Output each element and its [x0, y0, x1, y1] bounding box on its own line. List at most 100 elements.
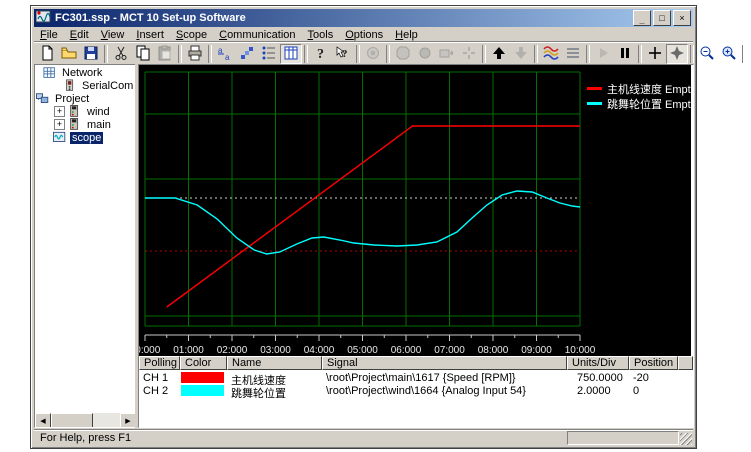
sidebar-item-project[interactable]: Project	[35, 92, 136, 105]
scope-wave-icon	[53, 131, 67, 145]
sidebar-item-wind[interactable]: +wind	[35, 105, 136, 118]
menu-scope[interactable]: Scope	[170, 28, 213, 42]
column-header-spacer[interactable]	[678, 356, 693, 370]
zoom-out-button[interactable]	[696, 44, 718, 64]
open-folder-button[interactable]	[58, 44, 80, 64]
expand-plus-icon[interactable]: +	[54, 119, 65, 130]
toolbar-separator	[304, 45, 308, 63]
sidebar-item-network[interactable]: Network	[35, 66, 136, 79]
scope-waves-icon	[543, 45, 559, 64]
menu-options[interactable]: Options	[339, 28, 389, 42]
column-header-name[interactable]: Name	[227, 356, 322, 370]
open-folder-icon	[61, 45, 77, 64]
cell-name[interactable]: 跳舞轮位置	[227, 385, 322, 398]
scope-chart-canvas[interactable]: 00:00001:00002:00003:00004:00005:00006:0…	[139, 65, 691, 356]
cut-scissors-button[interactable]	[110, 44, 132, 64]
zoom-star-icon	[669, 45, 685, 64]
toolbar: aa??	[34, 42, 693, 65]
menu-tools[interactable]: Tools	[302, 28, 340, 42]
cell-polling[interactable]: CH 1	[139, 372, 180, 385]
parameter-list-button[interactable]	[258, 44, 280, 64]
save-floppy-button[interactable]	[80, 44, 102, 64]
copy-pages-button[interactable]	[132, 44, 154, 64]
column-header-polling[interactable]: Polling	[139, 356, 180, 370]
trace-ch1	[167, 126, 580, 307]
legend-entry: 跳舞轮位置 Empty	[587, 96, 694, 111]
column-header-unitsdiv[interactable]: Units/Div	[567, 356, 629, 370]
record-circle-button	[414, 44, 436, 64]
sidebar-item-scope[interactable]: scope	[35, 131, 136, 144]
crosshair-button[interactable]	[644, 44, 666, 64]
x-axis-label: 07:000	[434, 345, 465, 356]
sidebar-item-serialcom[interactable]: SerialCom	[35, 79, 136, 92]
cell-position[interactable]: 0	[629, 385, 678, 398]
expand-plus-icon[interactable]: +	[54, 106, 65, 117]
cell-signal[interactable]: \root\Project\main\1617 {Speed [RPM]}	[322, 372, 567, 385]
network-scan-button[interactable]	[236, 44, 258, 64]
print-icon	[187, 45, 203, 64]
stop-sign-button	[392, 44, 414, 64]
menu-view[interactable]: View	[95, 28, 131, 42]
print-button[interactable]	[184, 44, 206, 64]
scroll-right-arrow-icon[interactable]: ▶	[120, 413, 136, 428]
close-button[interactable]: ×	[673, 10, 691, 26]
cell-polling[interactable]: CH 2	[139, 385, 180, 398]
x-axis-label: 00:000	[139, 345, 161, 356]
cell-name[interactable]: 主机线速度	[227, 372, 322, 385]
maximize-button[interactable]: □	[653, 10, 671, 26]
toolbar-separator	[742, 45, 746, 63]
toolbar-separator	[386, 45, 390, 63]
parameter-grid-button[interactable]	[280, 44, 302, 64]
status-field	[567, 431, 679, 445]
toolbar-separator	[534, 45, 538, 63]
play-button	[592, 44, 614, 64]
column-header-position[interactable]: Position	[629, 356, 678, 370]
menu-help[interactable]: Help	[389, 28, 424, 42]
zoom-in-button[interactable]	[718, 44, 740, 64]
app-window: FC301.ssp - MCT 10 Set-up Software _□× F…	[30, 5, 697, 449]
x-axis-label: 09:000	[521, 345, 552, 356]
resize-grip[interactable]	[680, 433, 692, 445]
parameter-grid-icon	[283, 45, 299, 64]
pause-button[interactable]	[614, 44, 636, 64]
flat-lines-button[interactable]	[562, 44, 584, 64]
scroll-track[interactable]	[93, 413, 120, 427]
minimize-button[interactable]: _	[633, 10, 651, 26]
menu-insert[interactable]: Insert	[130, 28, 170, 42]
context-help-button[interactable]: ?	[332, 44, 354, 64]
paste-clipboard-button	[154, 44, 176, 64]
status-bar: For Help, press F1	[34, 429, 693, 446]
column-header-signal[interactable]: Signal	[322, 356, 567, 370]
arrow-up-button[interactable]	[488, 44, 510, 64]
cell-units_div[interactable]: 750.0000	[567, 372, 629, 385]
zoom-star-button[interactable]	[666, 44, 688, 64]
tree-item-label: main	[85, 119, 113, 131]
scroll-thumb[interactable]	[51, 413, 93, 428]
cell-position[interactable]: -20	[629, 372, 678, 385]
write-drive-button	[436, 44, 458, 64]
crosshair-icon	[647, 45, 663, 64]
scope-waves-button[interactable]	[540, 44, 562, 64]
toolbar-separator	[356, 45, 360, 63]
write-drive-icon	[439, 45, 455, 64]
title-bar[interactable]: FC301.ssp - MCT 10 Set-up Software _□×	[34, 9, 693, 27]
network-grid-icon	[43, 66, 57, 80]
modem-icon	[365, 45, 381, 64]
menu-edit[interactable]: Edit	[64, 28, 95, 42]
toolbar-separator	[638, 45, 642, 63]
tree-h-scrollbar[interactable]: ◀ ▶	[35, 413, 136, 427]
column-header-color[interactable]: Color	[180, 356, 227, 370]
sidebar-item-main[interactable]: + main	[35, 118, 136, 131]
scroll-left-arrow-icon[interactable]: ◀	[35, 413, 51, 428]
cell-units_div[interactable]: 2.0000	[567, 385, 629, 398]
new-document-button[interactable]	[36, 44, 58, 64]
menu-file[interactable]: File	[34, 28, 64, 42]
x-axis-label: 04:000	[304, 345, 335, 356]
help-button[interactable]: ?	[310, 44, 332, 64]
desktop: FC301.ssp - MCT 10 Set-up Software _□× F…	[0, 0, 751, 452]
pause-icon	[617, 45, 633, 64]
cell-signal[interactable]: \root\Project\wind\1664 {Analog Input 54…	[322, 385, 567, 398]
field-setup-button[interactable]: aa	[214, 44, 236, 64]
paste-clipboard-icon	[157, 45, 173, 64]
menu-communication[interactable]: Communication	[213, 28, 301, 42]
